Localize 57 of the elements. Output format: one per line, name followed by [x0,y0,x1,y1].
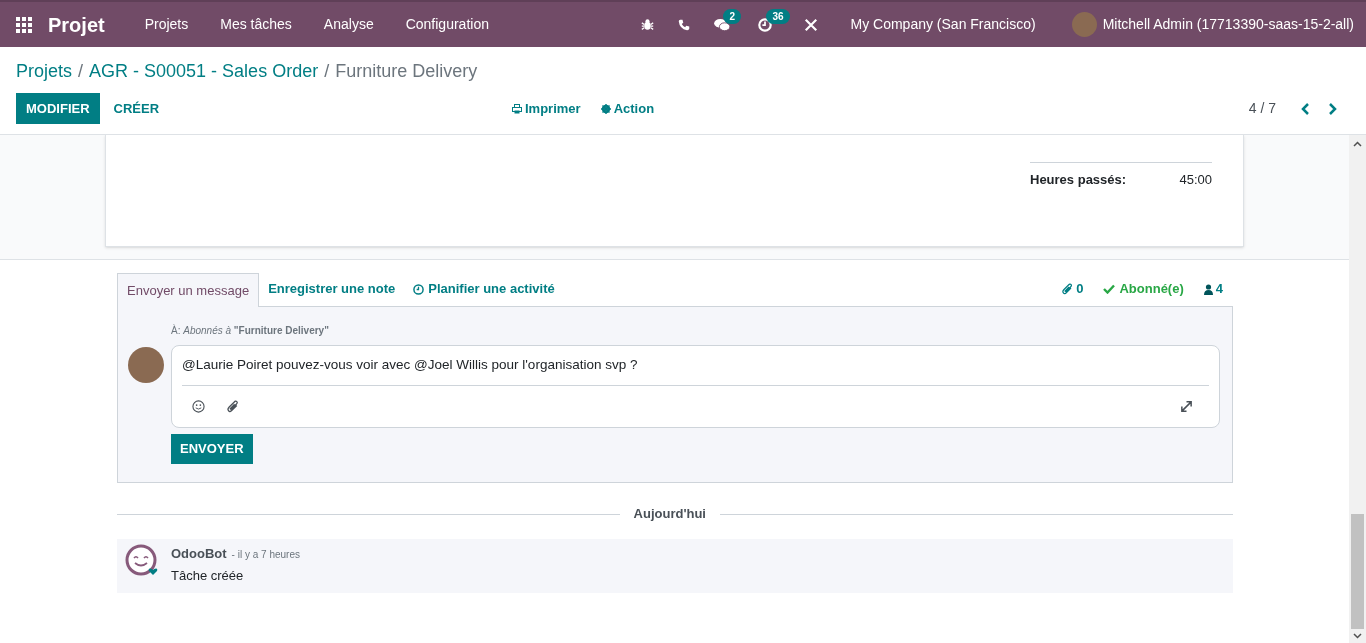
create-button[interactable]: CRÉER [99,93,174,124]
company-switcher[interactable]: My Company (San Francisco) [850,14,1036,35]
menu-item[interactable]: Analyse [307,14,390,35]
emoji-icon[interactable] [192,399,205,413]
field-label: Heures passés: [1030,171,1127,189]
date-separator: Aujourd'hui [632,505,707,524]
recipients-text: À: Abonnés à "Furniture Delivery" [171,323,330,338]
breadcrumb-current: Furniture Delivery [335,59,478,83]
print-button[interactable]: Imprimer [512,98,581,119]
user-menu[interactable]: Mitchell Admin (17713390-saas-15-2-all) [1102,14,1354,35]
gear-icon [600,103,611,114]
menu-item[interactable]: Projets [128,14,205,35]
scroll-up-icon[interactable] [1353,141,1362,147]
message-body: Tâche créée [171,566,245,585]
breadcrumb-link[interactable]: Projets [16,57,73,85]
smiley-avatar-icon[interactable] [125,544,159,578]
message-author: OdooBot [171,545,227,563]
paperclip-icon [1062,283,1074,295]
scrollbar[interactable] [1349,135,1366,643]
clock-icon[interactable] [758,17,773,32]
attachments-button[interactable]: 0 [1062,279,1084,299]
check-icon [1103,284,1116,294]
scroll-down-icon[interactable] [1353,633,1362,639]
breadcrumb-separator: / [78,59,84,83]
next-icon[interactable] [1328,101,1338,116]
menu-item[interactable]: Configuration [389,14,505,35]
expand-icon[interactable] [1180,399,1193,413]
message-count-badge: 2 [723,8,742,24]
menu-item[interactable]: Mes tâches [204,14,308,35]
app-name[interactable]: Projet [48,9,105,40]
edit-button[interactable]: MODIFIER [16,93,100,124]
action-button[interactable]: Action [600,98,655,119]
user-avatar [1071,12,1097,37]
apps-menu-icon[interactable] [16,16,32,33]
message-date: - il y a 7 heures [231,548,300,562]
user-avatar [128,347,164,383]
breadcrumb-link[interactable]: AGR - S00051 - Sales Order [89,57,319,85]
follow-button[interactable]: Abonné(e) [1103,279,1184,299]
followers-button[interactable]: 4 [1203,279,1223,299]
previous-icon[interactable] [1300,101,1310,116]
chatter-tab[interactable]: Enregistrer une note [259,272,405,306]
chatter-tab[interactable]: Planifier une activité [404,272,564,306]
pager-value: 4 / 7 [1248,99,1276,118]
printer-icon [512,103,522,114]
clock-icon [413,283,425,295]
person-icon [1203,283,1213,295]
message-composer[interactable]: @Laurie Poiret pouvez-vous voir avec @Joel Willis pour l'organisation svp ? [171,345,1220,428]
phone-icon[interactable] [678,18,691,31]
activity-count-badge: 36 [766,8,790,24]
scrollbar-thumb[interactable] [1351,514,1364,629]
paperclip-icon[interactable] [227,399,239,413]
send-button[interactable]: ENVOYER [171,434,253,464]
field-value: 45:00 [1179,171,1212,189]
bug-icon[interactable] [641,18,655,31]
breadcrumb-separator: / [324,59,330,83]
chatter-tab[interactable]: Envoyer un message [117,273,260,307]
message-text: @Laurie Poiret pouvez-vous voir avec @Joel Willis pour l'organisation svp ? [182,346,1209,386]
